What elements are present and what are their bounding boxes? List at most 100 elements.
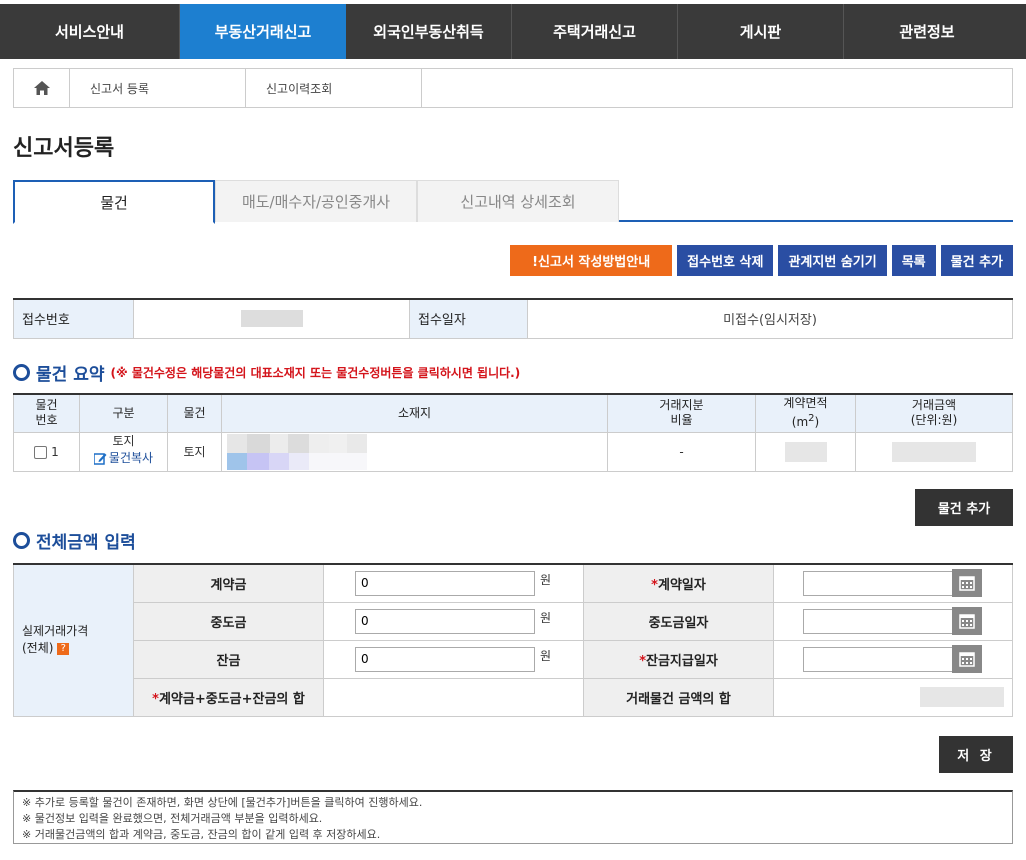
col-item: 물건: [167, 393, 222, 433]
row-area: [755, 431, 856, 472]
calendar-button[interactable]: [952, 607, 982, 635]
contract-date-text: 계약일자: [657, 577, 706, 593]
col-no: 물건 번호: [13, 393, 80, 433]
amount-title: 전체금액 입력: [36, 533, 136, 553]
receipt-no-value: [133, 298, 410, 339]
balance-cell: 원: [323, 639, 584, 679]
summary-table: 물건 번호 구분 물건 소재지 거래지분 비율 계약면적 (m2) 거래금액 (…: [13, 393, 1013, 472]
summary-title: 물건 요약: [36, 365, 105, 385]
table-row: 1 토지 물건복사 토지 -: [13, 431, 1013, 472]
contract-date-label: *계약일자: [583, 563, 774, 603]
deposit-cell: 원: [323, 563, 584, 603]
row-location[interactable]: [221, 431, 608, 472]
top-nav: 서비스안내 부동산거래신고 외국인부동산취득 주택거래신고 게시판 관련정보: [0, 4, 1026, 59]
deposit-label: 계약금: [133, 563, 324, 603]
balance-date-label: *잔금지급일자: [583, 639, 774, 679]
receipt-no-label: 접수번호: [13, 298, 134, 339]
delete-receipt-button[interactable]: 접수번호 삭제: [677, 245, 774, 276]
col-amount: 거래금액 (단위:원): [855, 393, 1013, 433]
middle-input[interactable]: [355, 608, 535, 634]
nav-item-real-estate-report[interactable]: 부동산거래신고: [180, 4, 346, 59]
receipt-date-label: 접수일자: [409, 298, 528, 339]
row-no-cell: 1: [13, 431, 80, 472]
won-unit: 원: [540, 610, 552, 625]
home-icon: [33, 81, 50, 95]
breadcrumb-report-history[interactable]: 신고이력조회: [246, 69, 422, 107]
guide-button[interactable]: !신고서 작성방법안내: [510, 245, 673, 276]
circle-icon: [13, 364, 30, 381]
sum-label: *계약금+중도금+잔금의 합: [133, 677, 324, 717]
actual-price-header: 실제거래가격 (전체) ?: [13, 563, 134, 717]
actual-price-label: 실제거래가격: [22, 624, 89, 639]
summary-section-title: 물건 요약 (※ 물건수정은 해당물건의 대표소재지 또는 물건수정버튼을 클릭…: [13, 360, 520, 385]
home-button[interactable]: [14, 69, 70, 107]
won-unit: 원: [540, 572, 552, 587]
breadcrumb-report-register[interactable]: 신고서 등록: [70, 69, 246, 107]
summary-header-row: 물건 번호 구분 물건 소재지 거래지분 비율 계약면적 (m2) 거래금액 (…: [13, 393, 1013, 433]
row-item: 토지: [167, 431, 222, 472]
note-line: ※ 물건정보 입력을 완료했으면, 전체거래금액 부분을 입력하세요.: [22, 812, 323, 825]
row-amount: [855, 431, 1013, 472]
middle-date-label: 중도금일자: [583, 601, 774, 641]
required-mark: *: [152, 691, 159, 707]
col-area-unit: (m: [791, 415, 809, 430]
calendar-button[interactable]: [952, 569, 982, 598]
col-amount-label: 거래금액: [911, 398, 957, 413]
row-checkbox[interactable]: [34, 445, 48, 459]
nav-item-related-info[interactable]: 관련정보: [844, 4, 1010, 59]
note-line: ※ 거래물건금액의 합과 계약금, 중도금, 잔금의 합이 같게 입력 후 저장…: [22, 828, 381, 841]
sum-value: [323, 677, 584, 717]
receipt-info-table: 접수번호 접수일자 미접수(임시저장): [13, 298, 1013, 339]
col-share: 거래지분 비율: [607, 393, 756, 433]
calendar-button[interactable]: [952, 645, 982, 673]
nav-item-housing-report[interactable]: 주택거래신고: [512, 4, 678, 59]
row-no: 1: [51, 444, 59, 459]
hide-lot-button[interactable]: 관계지번 숨기기: [778, 245, 887, 276]
edit-icon: [93, 453, 107, 465]
help-icon[interactable]: ?: [57, 642, 70, 655]
tab-item[interactable]: 물건: [13, 180, 215, 224]
col-type: 구분: [79, 393, 168, 433]
save-button[interactable]: 저 장: [939, 736, 1013, 773]
sum-label-text: 계약금+중도금+잔금의 합: [158, 691, 305, 707]
col-area-label: 계약면적: [783, 396, 828, 411]
copy-item-label: 물건복사: [108, 451, 154, 465]
middle-date-cell: [773, 601, 1013, 641]
tab-parties[interactable]: 매도/매수자/공인중개사: [215, 180, 417, 222]
won-unit: 원: [540, 648, 552, 663]
balance-input[interactable]: [355, 646, 535, 672]
balance-date-input[interactable]: [803, 646, 953, 672]
calendar-icon: [959, 614, 975, 629]
deposit-input[interactable]: [355, 570, 535, 596]
nav-item-foreign-acquisition[interactable]: 외국인부동산취득: [346, 4, 512, 59]
add-item-bottom-button[interactable]: 물건 추가: [915, 489, 1013, 526]
row-type: 토지: [112, 434, 135, 448]
balance-date-cell: [773, 639, 1013, 679]
tab-detail[interactable]: 신고내역 상세조회: [417, 180, 619, 222]
col-amount-unit: (단위:원): [910, 413, 958, 428]
nav-item-service[interactable]: 서비스안내: [0, 4, 180, 59]
required-mark: *: [639, 653, 647, 669]
action-toolbar: !신고서 작성방법안내 접수번호 삭제 관계지번 숨기기 목록 물건 추가: [510, 245, 1013, 276]
contract-date-cell: [773, 563, 1013, 603]
contract-date-input[interactable]: [803, 570, 953, 596]
tab-bar: 물건 매도/매수자/공인중개사 신고내역 상세조회: [13, 180, 1013, 224]
circle-icon: [13, 532, 30, 549]
middle-date-input[interactable]: [803, 608, 953, 634]
amount-section-title: 전체금액 입력: [13, 528, 136, 553]
required-mark: *: [651, 577, 658, 593]
middle-label: 중도금: [133, 601, 324, 641]
nav-item-board[interactable]: 게시판: [678, 4, 844, 59]
breadcrumb: 신고서 등록 신고이력조회: [13, 68, 1013, 108]
copy-item-link[interactable]: 물건복사: [93, 450, 154, 467]
add-item-button[interactable]: 물건 추가: [940, 245, 1013, 276]
actual-price-sub-label: (전체): [22, 641, 54, 656]
list-button[interactable]: 목록: [891, 245, 936, 276]
note-line: ※ 추가로 등록할 물건이 존재하면, 화면 상단에 [물건추가]버튼을 클릭하…: [22, 796, 423, 809]
summary-note: (※ 물건수정은 해당물건의 대표소재지 또는 물건수정버튼을 클릭하시면 됩니…: [110, 366, 521, 380]
middle-cell: 원: [323, 601, 584, 641]
row-type-cell: 토지 물건복사: [79, 431, 168, 472]
balance-date-text: 잔금지급일자: [646, 653, 718, 669]
receipt-date-value: 미접수(임시저장): [527, 298, 1013, 339]
row-share: -: [607, 431, 756, 472]
